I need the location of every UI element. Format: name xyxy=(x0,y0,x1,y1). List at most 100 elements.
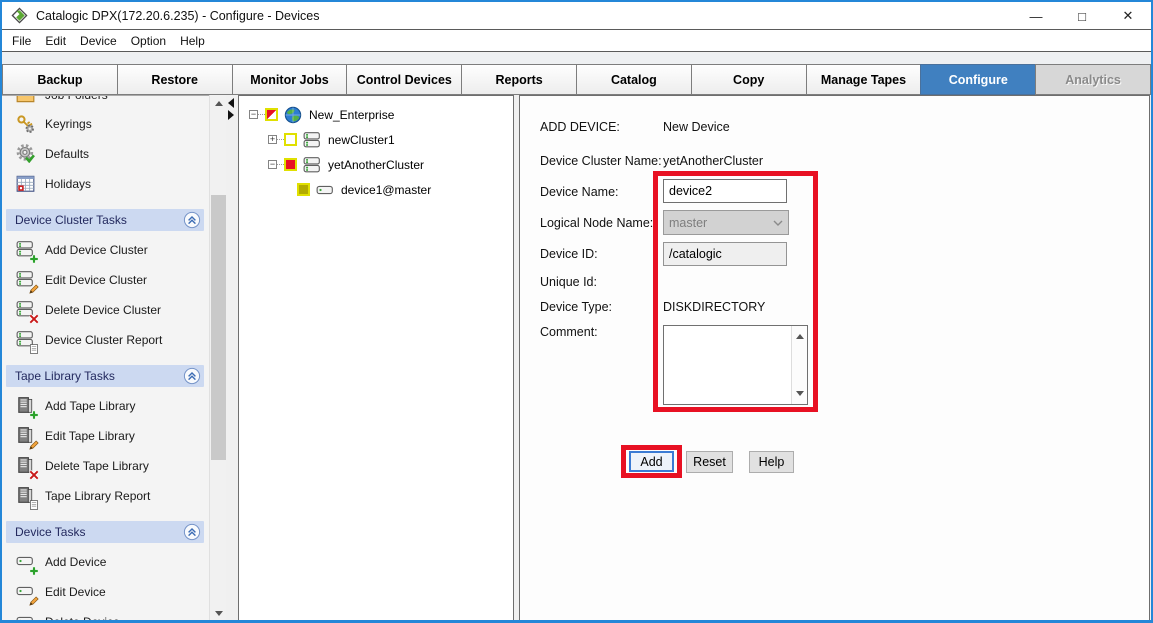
sidebar-item-delete-tape-library[interactable]: Delete Tape Library xyxy=(2,451,209,481)
sidebar-item-label: Add Device Cluster xyxy=(45,243,148,257)
scroll-down-button[interactable] xyxy=(792,385,808,402)
menu-item-option[interactable]: Option xyxy=(124,31,173,51)
splitter-collapse-arrows[interactable] xyxy=(228,98,234,120)
tree-node-new-enterprise[interactable]: −New_Enterprise xyxy=(239,102,513,127)
scroll-up-button[interactable] xyxy=(792,328,808,345)
report-badge-icon xyxy=(29,343,39,353)
tree-node-device1-master[interactable]: device1@master xyxy=(239,177,513,202)
scroll-up-button[interactable] xyxy=(210,95,227,112)
chevron-double-up-icon xyxy=(183,367,201,385)
scroll-down-button[interactable] xyxy=(210,605,227,622)
tree-expander-minus-icon[interactable]: − xyxy=(249,110,258,119)
maximize-button[interactable]: □ xyxy=(1059,2,1105,30)
sidebar-item-label: Edit Tape Library xyxy=(45,429,135,443)
arrow-left-icon xyxy=(228,98,234,108)
sidebar-item-holidays[interactable]: Holidays xyxy=(2,169,209,199)
tree-connector-line xyxy=(277,164,284,165)
menu-bar: FileEditDeviceOptionHelp xyxy=(2,30,1151,52)
tree-node-newcluster1[interactable]: +newCluster1 xyxy=(239,127,513,152)
globe-icon xyxy=(284,106,302,124)
collapse-tape-library-tasks-button[interactable] xyxy=(183,367,201,385)
sidebar-item-keyrings[interactable]: Keyrings xyxy=(2,109,209,139)
catalogic-logo-icon xyxy=(11,7,28,24)
defaults-icon xyxy=(16,144,36,164)
sidebar-item-edit-tape-library[interactable]: Edit Tape Library xyxy=(2,421,209,451)
help-button[interactable]: Help xyxy=(749,451,794,473)
tree-checkbox-partial[interactable] xyxy=(265,108,278,121)
tree-node-label: device1@master xyxy=(341,183,431,197)
logical-node-selected-value: master xyxy=(669,216,707,230)
sidebar-item-device-cluster-report[interactable]: Device Cluster Report xyxy=(2,325,209,355)
sidebar-item-label: Defaults xyxy=(45,147,89,161)
tab-reports[interactable]: Reports xyxy=(461,64,577,95)
tab-catalog[interactable]: Catalog xyxy=(576,64,692,95)
sidebar-item-tape-library-report[interactable]: Tape Library Report xyxy=(2,481,209,511)
tab-analytics[interactable]: Analytics xyxy=(1035,64,1151,95)
tree-node-yetanothercluster[interactable]: −yetAnotherCluster xyxy=(239,152,513,177)
tree-checkbox-checked-red[interactable] xyxy=(284,158,297,171)
collapse-device-cluster-tasks-button[interactable] xyxy=(183,211,201,229)
sidebar-item-delete-device[interactable]: Delete Device xyxy=(2,607,209,622)
sidebar-item-add-device[interactable]: Add Device xyxy=(2,547,209,577)
collapse-device-tasks-button[interactable] xyxy=(183,523,201,541)
chevron-down-icon xyxy=(796,391,804,396)
sidebar-item-add-device-cluster[interactable]: Add Device Cluster xyxy=(2,235,209,265)
menu-item-help[interactable]: Help xyxy=(173,31,212,51)
section-header-tape-library-tasks: Tape Library Tasks xyxy=(6,365,204,387)
tab-control-devices[interactable]: Control Devices xyxy=(346,64,462,95)
sidebar-item-defaults[interactable]: Defaults xyxy=(2,139,209,169)
add-button[interactable]: Add xyxy=(629,451,674,472)
device-type-value: DISKDIRECTORY xyxy=(663,300,765,314)
sidebar-item-label: Job Folders xyxy=(45,96,108,102)
tape-icon xyxy=(16,396,36,416)
tree-checkbox-unchecked[interactable] xyxy=(284,133,297,146)
sidebar-item-edit-device[interactable]: Edit Device xyxy=(2,577,209,607)
device-cluster-name-value: yetAnotherCluster xyxy=(663,154,763,168)
title-bar: Catalogic DPX(172.20.6.235) - Configure … xyxy=(2,2,1151,30)
device-cluster-name-label: Device Cluster Name: xyxy=(540,154,662,168)
delete-badge-icon xyxy=(29,469,39,479)
device-name-input[interactable] xyxy=(663,179,787,203)
comment-scrollbar[interactable] xyxy=(791,326,807,404)
comment-label: Comment: xyxy=(540,325,598,339)
sidebar-item-label: Delete Device Cluster xyxy=(45,303,161,317)
tape-icon xyxy=(16,486,36,506)
minimize-button[interactable]: — xyxy=(1013,2,1059,30)
sidebar-item-label: Tape Library Report xyxy=(45,489,150,503)
panel-splitter[interactable] xyxy=(226,95,238,622)
tab-copy[interactable]: Copy xyxy=(691,64,807,95)
tree-checkbox-checked-olive[interactable] xyxy=(297,183,310,196)
add-badge-icon xyxy=(29,253,39,263)
device-icon xyxy=(316,181,334,199)
close-button[interactable]: ✕ xyxy=(1105,2,1151,30)
tab-manage-tapes[interactable]: Manage Tapes xyxy=(806,64,922,95)
sidebar-item-job-folders[interactable]: Job Folders xyxy=(2,96,209,109)
device-id-input[interactable] xyxy=(663,242,787,266)
tab-monitor-jobs[interactable]: Monitor Jobs xyxy=(232,64,348,95)
sidebar-item-label: Keyrings xyxy=(45,117,92,131)
edit-badge-icon xyxy=(29,283,39,293)
tab-restore[interactable]: Restore xyxy=(117,64,233,95)
tree-expander-minus-icon[interactable]: − xyxy=(268,160,277,169)
cluster-icon xyxy=(16,240,36,260)
menu-item-file[interactable]: File xyxy=(5,31,38,51)
reset-button[interactable]: Reset xyxy=(686,451,733,473)
menu-item-device[interactable]: Device xyxy=(73,31,124,51)
tab-configure[interactable]: Configure xyxy=(920,64,1036,95)
tab-strip: BackupRestoreMonitor JobsControl Devices… xyxy=(2,53,1151,95)
cluster-icon xyxy=(16,270,36,290)
scroll-thumb[interactable] xyxy=(211,195,226,460)
logical-node-select[interactable]: master xyxy=(663,210,789,235)
tab-backup[interactable]: Backup xyxy=(2,64,118,95)
comment-textarea[interactable] xyxy=(664,326,791,404)
menu-item-edit[interactable]: Edit xyxy=(38,31,73,51)
sidebar-scrollbar[interactable] xyxy=(209,95,226,622)
sidebar-item-edit-device-cluster[interactable]: Edit Device Cluster xyxy=(2,265,209,295)
tree-expander-plus-icon[interactable]: + xyxy=(268,135,277,144)
device-type-label: Device Type: xyxy=(540,300,612,314)
sidebar-item-add-tape-library[interactable]: Add Tape Library xyxy=(2,391,209,421)
sidebar-item-delete-device-cluster[interactable]: Delete Device Cluster xyxy=(2,295,209,325)
device-icon xyxy=(16,612,36,622)
edit-badge-icon xyxy=(29,439,39,449)
edit-badge-icon xyxy=(29,595,39,605)
